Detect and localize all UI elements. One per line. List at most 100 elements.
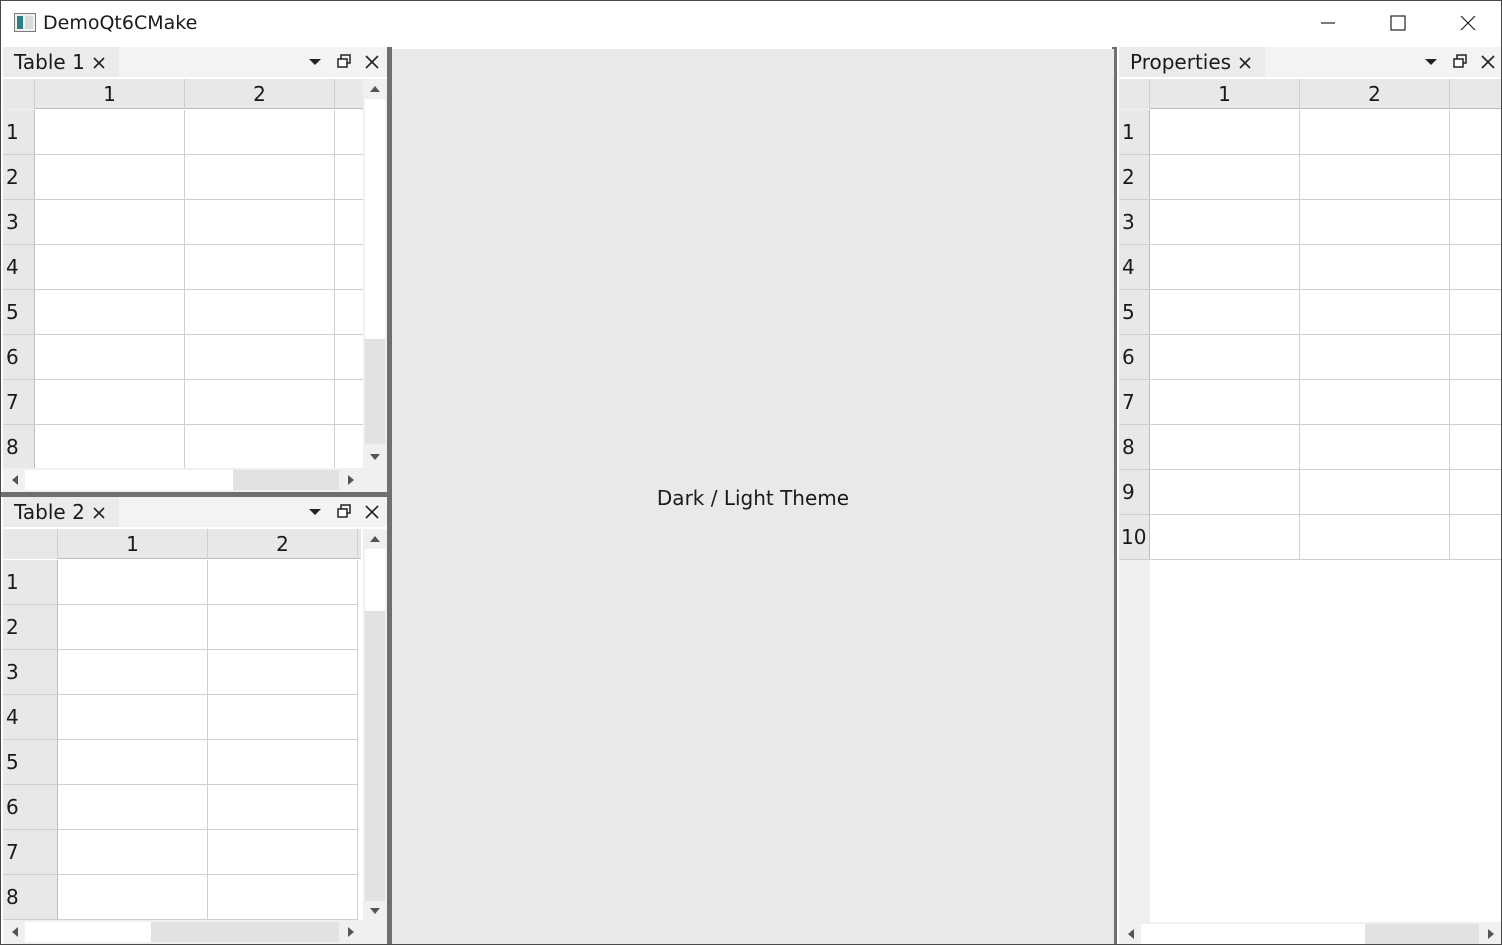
table-cell[interactable] [35,110,185,155]
table-cell[interactable] [35,335,185,380]
row-header[interactable]: 2 [1119,155,1150,200]
table-cell[interactable] [1300,290,1450,335]
table-cell[interactable] [185,245,335,290]
column-header[interactable]: 1 [35,79,185,109]
column-header[interactable]: 2 [208,529,358,559]
table-cell[interactable] [335,335,365,380]
table-cell[interactable] [1450,245,1501,290]
row-header[interactable]: 3 [1119,200,1150,245]
table-corner-button[interactable] [1119,79,1150,109]
scroll-up-arrow-icon[interactable] [363,530,387,548]
column-header[interactable]: 1 [1150,79,1300,109]
vertical-scrollbar[interactable] [363,79,387,468]
row-header[interactable]: 8 [3,425,35,470]
table-cell[interactable] [1150,425,1300,470]
horizontal-scrollbar[interactable] [1119,922,1501,944]
scrollbar-thumb[interactable] [365,339,385,444]
column-header[interactable]: 2 [1300,79,1450,109]
table-cell[interactable] [1300,110,1450,155]
table-cell[interactable] [1450,200,1501,245]
table-cell[interactable] [58,875,208,920]
row-header[interactable]: 6 [3,335,35,380]
row-header[interactable]: 9 [1119,470,1150,515]
horizontal-scrollbar[interactable] [3,468,363,492]
table-cell[interactable] [185,380,335,425]
table-cell[interactable] [58,695,208,740]
table-cell[interactable] [1300,425,1450,470]
table-cell[interactable] [1300,380,1450,425]
row-header[interactable]: 3 [3,200,35,245]
row-header[interactable]: 4 [3,695,58,740]
close-icon[interactable] [363,53,381,71]
table-cell[interactable] [185,200,335,245]
table-cell[interactable] [335,110,365,155]
dock-tab-table-2[interactable]: Table 2 [3,497,119,527]
row-header[interactable]: 8 [3,875,58,920]
table-cell[interactable] [1300,200,1450,245]
table-cell[interactable] [1150,335,1300,380]
close-icon[interactable] [1238,56,1252,70]
table-cell[interactable] [208,875,358,920]
column-header[interactable]: 1 [58,529,208,559]
row-header[interactable]: 2 [3,155,35,200]
maximize-button[interactable] [1363,1,1433,45]
horizontal-scrollbar[interactable] [3,920,363,944]
row-header[interactable]: 6 [3,785,58,830]
row-header[interactable]: 4 [1119,245,1150,290]
table-cell[interactable] [1450,380,1501,425]
table-corner-button[interactable] [3,529,58,559]
scroll-right-arrow-icon[interactable] [341,920,361,944]
table-cell[interactable] [1450,470,1501,515]
table-cell[interactable] [1150,155,1300,200]
table-cell[interactable] [185,425,335,470]
scroll-left-arrow-icon[interactable] [5,920,25,944]
window-close-button[interactable] [1433,1,1501,45]
table-cell[interactable] [35,200,185,245]
table-cell[interactable] [58,785,208,830]
table-cell[interactable] [208,560,358,605]
scroll-down-arrow-icon[interactable] [363,902,387,920]
table-cell[interactable] [185,110,335,155]
table-cell[interactable] [185,335,335,380]
table-cell[interactable] [335,200,365,245]
table-cell[interactable] [335,425,365,470]
table-cell[interactable] [1150,380,1300,425]
minimize-button[interactable] [1293,1,1363,45]
vertical-scrollbar[interactable] [363,529,387,922]
scrollbar-thumb[interactable] [365,611,385,901]
table-cell[interactable] [58,560,208,605]
table-cell[interactable] [185,290,335,335]
row-header[interactable]: 1 [1119,110,1150,155]
scroll-up-arrow-icon[interactable] [363,80,387,98]
table-cell[interactable] [1150,200,1300,245]
close-icon[interactable] [92,506,106,520]
table-cell[interactable] [1300,470,1450,515]
float-window-icon[interactable] [335,53,353,71]
dock-tab-table-1[interactable]: Table 1 [3,47,119,77]
row-header[interactable]: 3 [3,650,58,695]
table-cell[interactable] [35,155,185,200]
close-icon[interactable] [1479,53,1497,71]
table-1[interactable]: 1 2 1 2 3 4 5 6 7 8 [3,79,387,492]
chevron-down-icon[interactable] [306,503,324,521]
table-cell[interactable] [58,605,208,650]
row-header[interactable]: 10 [1119,515,1150,560]
table-cell[interactable] [208,650,358,695]
table-cell[interactable] [35,245,185,290]
close-icon[interactable] [363,503,381,521]
table-cell[interactable] [58,740,208,785]
table-cell[interactable] [58,830,208,875]
row-header[interactable]: 5 [3,740,58,785]
table-cell[interactable] [1450,335,1501,380]
table-cell[interactable] [1150,470,1300,515]
table-cell[interactable] [35,425,185,470]
float-window-icon[interactable] [1451,53,1469,71]
table-cell[interactable] [1450,425,1501,470]
row-header[interactable]: 7 [3,830,58,875]
table-cell[interactable] [335,380,365,425]
table-cell[interactable] [1150,245,1300,290]
table-cell[interactable] [35,290,185,335]
table-cell[interactable] [208,740,358,785]
table-cell[interactable] [208,785,358,830]
row-header[interactable]: 2 [3,605,58,650]
